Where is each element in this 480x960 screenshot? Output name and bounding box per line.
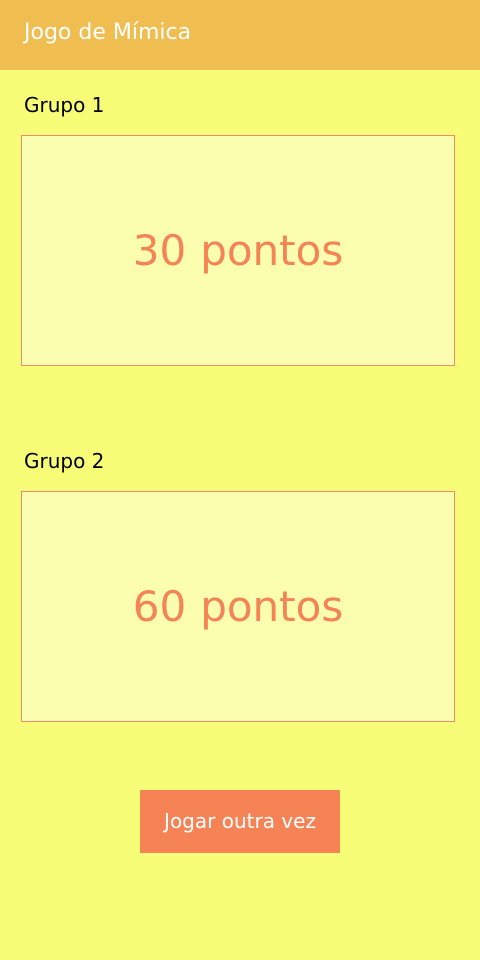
play-again-button[interactable]: Jogar outra vez: [140, 790, 340, 853]
app-title: Jogo de Mímica: [24, 20, 192, 45]
group-2-score-card: 60 pontos: [21, 491, 455, 722]
group-1-score-card: 30 pontos: [21, 135, 455, 366]
app-bar: Jogo de Mímica: [0, 0, 480, 70]
group-2-score-text: 60 pontos: [133, 582, 343, 632]
group-1-score-text: 30 pontos: [133, 226, 343, 276]
group-2-score-value: 60: [132, 581, 187, 631]
group-2-label: Grupo 2: [24, 449, 105, 473]
group-2-score-unit: pontos: [200, 581, 344, 631]
group-1-score-unit: pontos: [200, 225, 344, 275]
group-1-score-value: 30: [132, 225, 187, 275]
game-screen: Jogo de Mímica Grupo 1 30 pontos Grupo 2…: [0, 0, 480, 960]
group-1-label: Grupo 1: [24, 93, 105, 117]
